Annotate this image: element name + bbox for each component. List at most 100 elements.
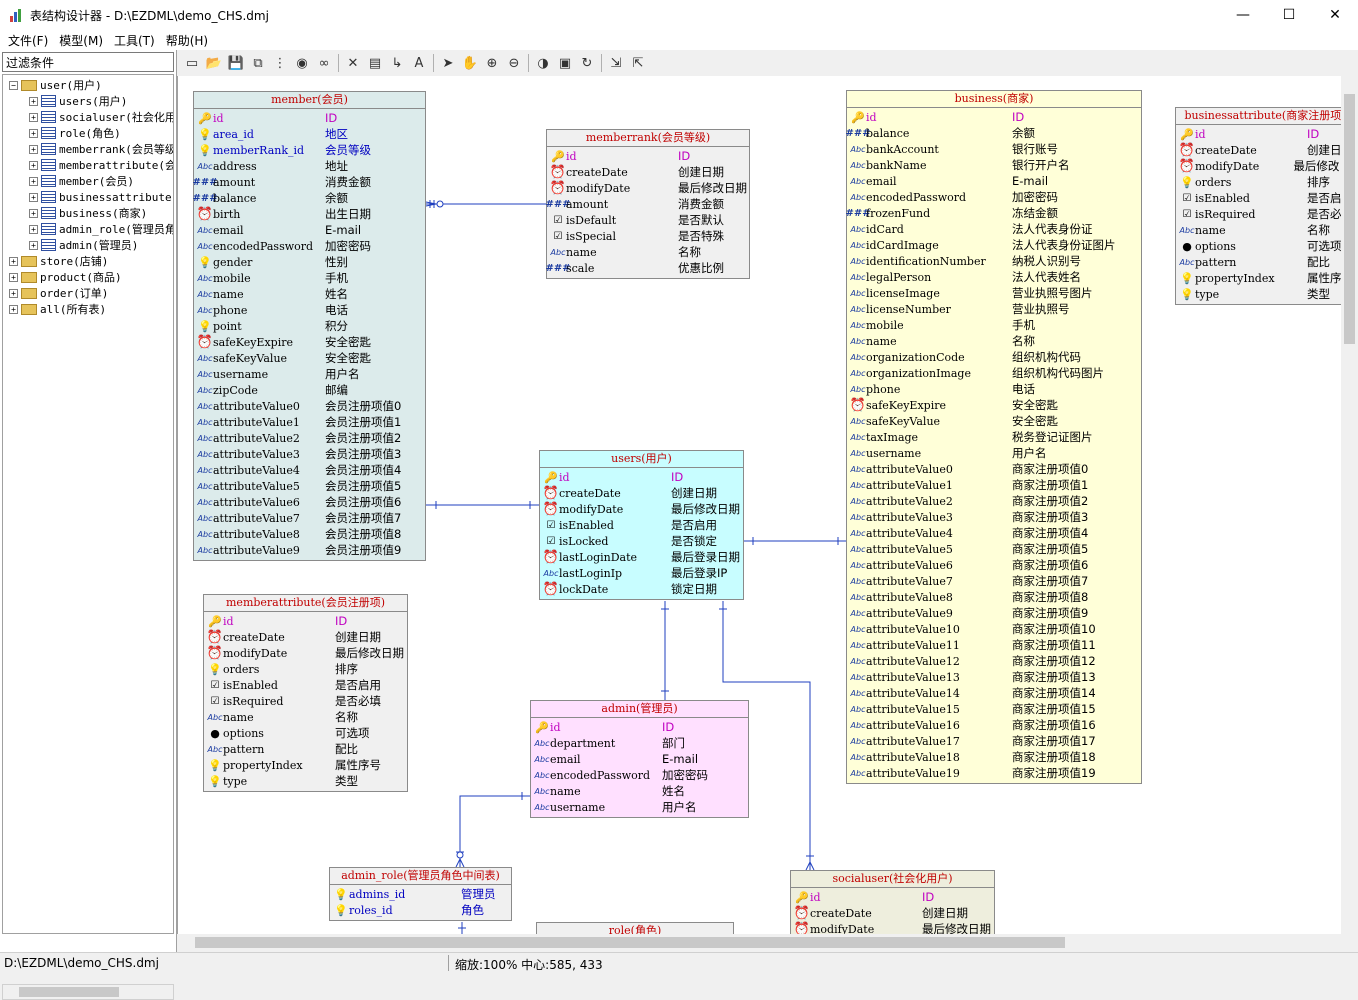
field-row[interactable]: Abc idCardImage 法人代表身份证图片	[847, 237, 1141, 253]
field-row[interactable]: ⏰ birth 出生日期	[194, 206, 425, 222]
expand-icon[interactable]: +	[29, 96, 38, 106]
filter-input[interactable]: 过滤条件	[2, 52, 174, 72]
field-row[interactable]: Abc attributeValue9 会员注册项值9	[194, 542, 425, 558]
field-row[interactable]: Abc name 名称	[204, 709, 407, 725]
field-row[interactable]: Abc department 部门	[531, 735, 748, 751]
field-row[interactable]: 💡 gender 性别	[194, 254, 425, 270]
field-row[interactable]: 🔑 id ID	[204, 613, 407, 629]
field-row[interactable]: 💡 admins_id 管理员	[330, 886, 511, 902]
entity-memberrank[interactable]: memberrank(会员等级) 🔑 id ID ⏰ createDate 创建日期 ⏰ mod…	[545, 129, 750, 279]
field-row[interactable]: ☑isRequired 是否必填	[204, 693, 407, 709]
field-row[interactable]: ⏰modifyDate 最后修改日期	[547, 180, 749, 196]
field-row[interactable]: Abc phone 电话	[847, 381, 1141, 397]
field-row[interactable]: ⏰createDate 创建日期	[791, 905, 994, 921]
canvas-horizontal-scrollbar[interactable]	[177, 934, 1341, 951]
model-tree[interactable]: − user(用户) + users(用户) + socialuser(社会化用 + role…	[2, 74, 174, 934]
minimize-button[interactable]: —	[1220, 0, 1266, 30]
field-row[interactable]: Abc licenseNumber 营业执照号	[847, 301, 1141, 317]
field-row[interactable]: ⏰ safeKeyExpire 安全密匙	[194, 334, 425, 350]
field-row[interactable]: Abc attributeValue6 会员注册项值6	[194, 494, 425, 510]
new-icon[interactable]: ▭	[181, 52, 203, 74]
menu-help[interactable]: 帮助(H)	[166, 32, 208, 49]
menu-file[interactable]: 文件(F)	[8, 32, 48, 49]
field-row[interactable]: 🔑 id ID	[847, 109, 1141, 125]
field-row[interactable]: Abc attributeValue9 商家注册项值9	[847, 605, 1141, 621]
image-icon[interactable]: ▣	[554, 52, 576, 74]
field-row[interactable]: 💡 orders 排序	[1176, 174, 1341, 190]
expand-icon[interactable]: +	[29, 224, 38, 234]
field-row[interactable]: 🔑 id ID	[540, 469, 743, 485]
field-row[interactable]: Abc username 用户名	[531, 799, 748, 815]
field-row[interactable]: Abc attributeValue8 商家注册项值8	[847, 589, 1141, 605]
field-row[interactable]: Abc address 地址	[194, 158, 425, 174]
field-row[interactable]: Abc attributeValue8 会员注册项值8	[194, 526, 425, 542]
diagram-canvas[interactable]: member(会员) 🔑 id ID 💡 area_id 地区 💡 memberRank_id 会…	[177, 76, 1341, 934]
field-row[interactable]: Abc mobile 手机	[194, 270, 425, 286]
field-row[interactable]: Abc attributeValue4 会员注册项值4	[194, 462, 425, 478]
delete-icon[interactable]: ✕	[342, 52, 364, 74]
field-row[interactable]: Abc encodedPassword 加密密码	[847, 189, 1141, 205]
field-row[interactable]: Abc name 姓名	[531, 783, 748, 799]
field-row[interactable]: 🔑 id ID	[1176, 126, 1341, 142]
pointer-icon[interactable]: ➤	[437, 52, 459, 74]
field-row[interactable]: Abc name 姓名	[194, 286, 425, 302]
tree-icon[interactable]: ⋮	[269, 52, 291, 74]
expand-icon[interactable]: +	[29, 112, 38, 122]
field-row[interactable]: ● options 可选项	[1176, 238, 1341, 254]
field-row[interactable]: 💡 type 类型	[1176, 286, 1341, 302]
entity-admin[interactable]: admin(管理员) 🔑 id ID Abc department 部门 Abc email E-…	[530, 700, 749, 818]
tree-node-9[interactable]: + admin_role(管理员角	[29, 221, 173, 237]
field-row[interactable]: Abc attributeValue5 会员注册项值5	[194, 478, 425, 494]
field-row[interactable]: ⏰modifyDate 最后修改日期	[791, 921, 994, 935]
expand-icon[interactable]: +	[29, 208, 38, 218]
field-row[interactable]: Abc taxImage 税务登记证图片	[847, 429, 1141, 445]
expand-icon[interactable]: +	[29, 176, 38, 186]
expand-icon[interactable]: +	[29, 144, 38, 154]
tree-node-5[interactable]: + memberattribute(会	[29, 157, 173, 173]
field-row[interactable]: Abc pattern 配比	[1176, 254, 1341, 270]
field-row[interactable]: Abc attributeValue15 商家注册项值15	[847, 701, 1141, 717]
collapse-icon[interactable]: −	[9, 80, 18, 90]
field-row[interactable]: ### amount 消费金额	[545, 196, 749, 212]
field-row[interactable]: Abc attributeValue10 商家注册项值10	[847, 621, 1141, 637]
canvas-vertical-scrollbar[interactable]	[1341, 76, 1358, 934]
field-row[interactable]: Abc email E-mail	[531, 751, 748, 767]
field-row[interactable]: ⏰modifyDate 最后修改日期	[540, 501, 743, 517]
field-row[interactable]: Abc attributeValue3 商家注册项值3	[847, 509, 1141, 525]
tree-horizontal-scrollbar[interactable]	[2, 984, 174, 1000]
field-row[interactable]: Abc idCard 法人代表身份证	[847, 221, 1141, 237]
field-row[interactable]: 💡 roles_id 角色	[330, 902, 511, 918]
field-row[interactable]: Abc name 名称	[847, 333, 1141, 349]
field-row[interactable]: Abc attributeValue12 商家注册项值12	[847, 653, 1141, 669]
menu-model[interactable]: 模型(M)	[59, 32, 103, 49]
entity-member[interactable]: member(会员) 🔑 id ID 💡 area_id 地区 💡 memberRank_id 会…	[192, 91, 426, 561]
field-row[interactable]: Abc attributeValue1 会员注册项值1	[194, 414, 425, 430]
field-row[interactable]: Abc bankAccount 银行账号	[847, 141, 1141, 157]
entity-businessattribute[interactable]: businessattribute(商家注册项) 🔑 id ID ⏰ createDate…	[1175, 107, 1341, 305]
field-row[interactable]: 💡 memberRank_id 会员等级	[194, 142, 425, 158]
field-row[interactable]: ⏰modifyDate 最后修改日期	[204, 645, 407, 661]
field-row[interactable]: ⏰ lastLoginDate 最后登录日期	[540, 549, 743, 565]
expand-icon[interactable]: +	[29, 128, 38, 138]
zoom-in-icon[interactable]: ⊕	[481, 52, 503, 74]
entity-business[interactable]: business(商家) 🔑 id ID ### balance 余额 Abc bankAcco…	[845, 90, 1142, 784]
field-row[interactable]: 🔑 id ID	[194, 110, 425, 126]
field-row[interactable]: 💡 area_id 地区	[194, 126, 425, 142]
field-row[interactable]: Abc email E-mail	[847, 173, 1141, 189]
tree-node-6[interactable]: + member(会员)	[29, 173, 134, 189]
field-row[interactable]: Abc name 名称	[547, 244, 749, 260]
save-as-icon[interactable]: ⧉	[247, 52, 269, 74]
field-row[interactable]: ☑ isSpecial 是否特殊	[547, 228, 749, 244]
tree-node-8[interactable]: + business(商家)	[29, 205, 147, 221]
tree-node-13[interactable]: + order(订单)	[9, 285, 108, 301]
field-row[interactable]: Abc attributeValue0 商家注册项值0	[847, 461, 1141, 477]
table-icon[interactable]: ▤	[364, 52, 386, 74]
field-row[interactable]: ### scale 优惠比例	[545, 260, 749, 276]
field-row[interactable]: 🔑 id ID	[791, 889, 994, 905]
menu-tools[interactable]: 工具(T)	[114, 32, 155, 49]
field-row[interactable]: Abc attributeValue16 商家注册项值16	[847, 717, 1141, 733]
open-icon[interactable]: 📂	[203, 52, 225, 74]
field-row[interactable]: ☑ isDefault 是否默认	[547, 212, 749, 228]
hand-icon[interactable]: ✋	[459, 52, 481, 74]
field-row[interactable]: ⏰ safeKeyExpire 安全密匙	[847, 397, 1141, 413]
